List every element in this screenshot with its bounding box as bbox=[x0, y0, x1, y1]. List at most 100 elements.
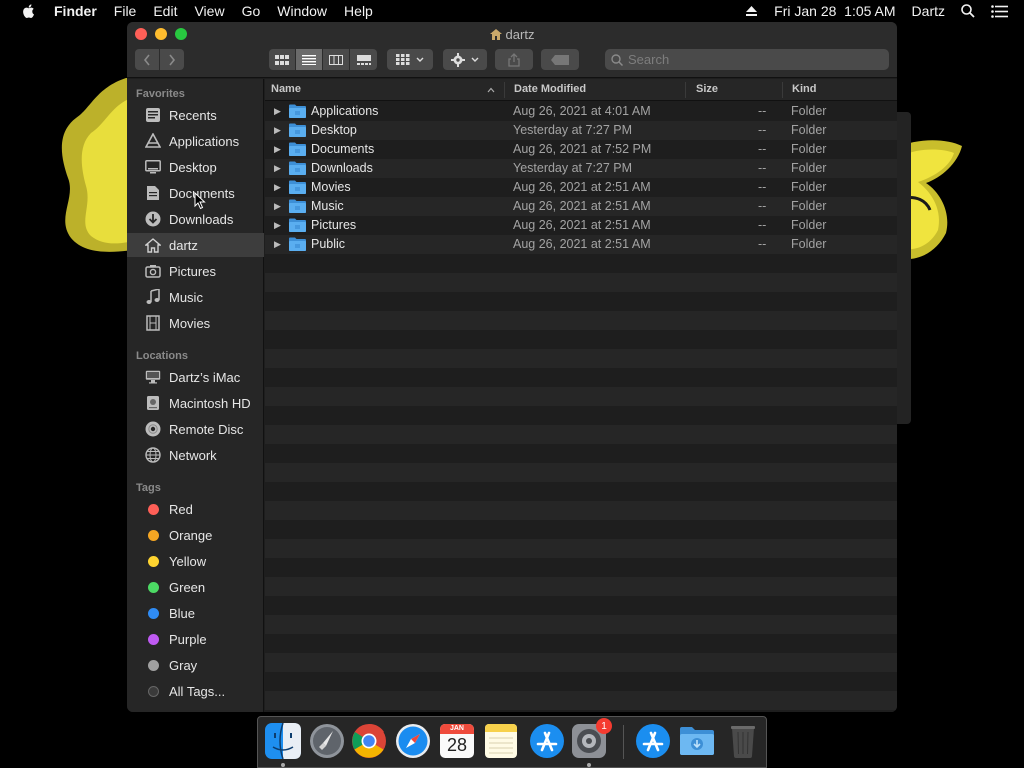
chevron-right-icon bbox=[169, 54, 176, 65]
folder-icon bbox=[289, 237, 306, 251]
sidebar-tag-red[interactable]: Red bbox=[127, 497, 264, 521]
notification-center-icon[interactable] bbox=[991, 4, 1008, 18]
gear-icon[interactable]: 1 bbox=[570, 718, 612, 760]
column-header-size[interactable]: Size bbox=[696, 83, 718, 95]
sidebar-tag-blue[interactable]: Blue bbox=[127, 601, 264, 625]
action-menu-button[interactable] bbox=[443, 49, 487, 70]
sidebar-tag-green[interactable]: Green bbox=[127, 575, 264, 599]
disclosure-triangle-icon[interactable]: ▶ bbox=[274, 239, 281, 250]
tag-color-dot bbox=[148, 607, 159, 619]
sidebar-item-imac[interactable]: Dartz’s iMac bbox=[127, 365, 264, 389]
menubar-datetime[interactable]: Fri Jan 28 1:05 AM bbox=[774, 3, 895, 19]
menu-help[interactable]: Help bbox=[344, 3, 373, 19]
sidebar-item-macintosh-hd[interactable]: Macintosh HD bbox=[127, 391, 264, 415]
calendar-day-label: 28 bbox=[446, 735, 468, 755]
share-button[interactable] bbox=[495, 49, 533, 70]
table-row[interactable]: ▶ Public Aug 26, 2021 at 2:51 AM -- Folder bbox=[265, 235, 897, 254]
applications-icon bbox=[144, 132, 162, 150]
disclosure-triangle-icon[interactable]: ▶ bbox=[274, 201, 281, 212]
safari-compass-icon[interactable] bbox=[394, 722, 432, 760]
sidebar-item-remote-disc[interactable]: Remote Disc bbox=[127, 417, 264, 441]
sidebar-item-recents[interactable]: Recents bbox=[127, 103, 264, 127]
calendar-icon[interactable]: JAN 28 bbox=[438, 722, 476, 760]
column-header-kind[interactable]: Kind bbox=[792, 83, 816, 95]
sidebar-item-label: Green bbox=[169, 579, 206, 595]
notes-icon[interactable] bbox=[482, 722, 520, 760]
sidebar-item-music[interactable]: Music bbox=[127, 285, 264, 309]
downloads-folder-icon[interactable] bbox=[678, 722, 716, 760]
icon-view-button[interactable] bbox=[269, 49, 296, 70]
column-separator[interactable] bbox=[685, 82, 686, 98]
file-date-modified: Aug 26, 2021 at 7:52 PM bbox=[513, 142, 652, 156]
disclosure-triangle-icon[interactable]: ▶ bbox=[274, 125, 281, 136]
search-field[interactable] bbox=[605, 49, 889, 70]
disclosure-triangle-icon[interactable]: ▶ bbox=[274, 106, 281, 117]
group-by-button[interactable] bbox=[387, 49, 433, 70]
menubar-user[interactable]: Dartz bbox=[912, 3, 945, 19]
menu-app-name[interactable]: Finder bbox=[54, 3, 97, 19]
menu-window[interactable]: Window bbox=[277, 3, 327, 19]
sidebar-tag-all-tags[interactable]: All Tags... bbox=[127, 679, 264, 703]
column-separator[interactable] bbox=[504, 82, 505, 98]
table-row[interactable]: ▶ Pictures Aug 26, 2021 at 2:51 AM -- Folder bbox=[265, 216, 897, 235]
file-date-modified: Yesterday at 7:27 PM bbox=[513, 161, 633, 175]
list-view-button[interactable] bbox=[296, 49, 323, 70]
disclosure-triangle-icon[interactable]: ▶ bbox=[274, 220, 281, 231]
sidebar-tag-yellow[interactable]: Yellow bbox=[127, 549, 264, 573]
forward-button[interactable] bbox=[160, 49, 184, 70]
column-header-name[interactable]: Name bbox=[271, 83, 301, 95]
sidebar-item-dartz[interactable]: dartz bbox=[127, 233, 264, 257]
file-size: -- bbox=[758, 104, 767, 118]
app-store-icon[interactable] bbox=[634, 722, 672, 760]
table-row[interactable]: ▶ Desktop Yesterday at 7:27 PM -- Folder bbox=[265, 121, 897, 140]
file-kind: Folder bbox=[791, 104, 827, 118]
apple-logo-icon[interactable] bbox=[20, 2, 38, 20]
sidebar-item-network[interactable]: Network bbox=[127, 443, 264, 467]
home-icon bbox=[489, 29, 502, 40]
menu-edit[interactable]: Edit bbox=[153, 3, 177, 19]
sidebar-item-movies[interactable]: Movies bbox=[127, 311, 264, 335]
sidebar-tag-purple[interactable]: Purple bbox=[127, 627, 264, 651]
search-input[interactable] bbox=[628, 52, 878, 67]
menu-file[interactable]: File bbox=[114, 3, 137, 19]
folder-icon bbox=[289, 218, 306, 232]
sidebar-item-desktop[interactable]: Desktop bbox=[127, 155, 264, 179]
list-lines-icon bbox=[302, 54, 316, 65]
file-size: -- bbox=[758, 237, 767, 251]
app-store-icon[interactable] bbox=[528, 722, 566, 760]
table-row[interactable]: ▶ Applications Aug 26, 2021 at 4:01 AM -- Fo… bbox=[265, 102, 897, 121]
menu-go[interactable]: Go bbox=[242, 3, 261, 19]
finder-icon[interactable] bbox=[264, 722, 302, 760]
sidebar-item-downloads[interactable]: Downloads bbox=[127, 207, 264, 231]
gallery-view-button[interactable] bbox=[350, 49, 377, 70]
menu-view[interactable]: View bbox=[194, 3, 224, 19]
sidebar-item-pictures[interactable]: Pictures bbox=[127, 259, 264, 283]
table-row[interactable]: ▶ Downloads Yesterday at 7:27 PM -- Folder bbox=[265, 159, 897, 178]
disclosure-triangle-icon[interactable]: ▶ bbox=[274, 144, 281, 155]
sidebar-tag-orange[interactable]: Orange bbox=[127, 523, 264, 547]
eject-icon[interactable] bbox=[745, 5, 758, 17]
table-row[interactable]: ▶ Movies Aug 26, 2021 at 2:51 AM -- Folder bbox=[265, 178, 897, 197]
table-row[interactable]: ▶ Music Aug 26, 2021 at 2:51 AM -- Folder bbox=[265, 197, 897, 216]
sidebar-tag-gray[interactable]: Gray bbox=[127, 653, 264, 677]
disclosure-triangle-icon[interactable]: ▶ bbox=[274, 182, 281, 193]
trash-icon[interactable] bbox=[724, 722, 762, 760]
column-header-date[interactable]: Date Modified bbox=[514, 83, 586, 95]
table-row[interactable]: ▶ Documents Aug 26, 2021 at 7:52 PM -- Folde… bbox=[265, 140, 897, 159]
folder-icon bbox=[289, 142, 306, 156]
edit-tags-button[interactable] bbox=[541, 49, 579, 70]
spotlight-search-icon[interactable] bbox=[961, 4, 975, 18]
running-indicator bbox=[587, 763, 591, 767]
chevron-down-icon bbox=[416, 57, 424, 62]
launchpad-rocket-icon[interactable] bbox=[308, 722, 346, 760]
column-separator[interactable] bbox=[782, 82, 783, 98]
disclosure-triangle-icon[interactable]: ▶ bbox=[274, 163, 281, 174]
search-icon bbox=[611, 53, 623, 66]
column-view-button[interactable] bbox=[323, 49, 350, 70]
file-size: -- bbox=[758, 218, 767, 232]
back-button[interactable] bbox=[135, 49, 159, 70]
sidebar-item-label: Remote Disc bbox=[169, 421, 244, 437]
chrome-icon[interactable] bbox=[350, 722, 388, 760]
tag-color-dot bbox=[148, 555, 159, 567]
sidebar-item-applications[interactable]: Applications bbox=[127, 129, 264, 153]
